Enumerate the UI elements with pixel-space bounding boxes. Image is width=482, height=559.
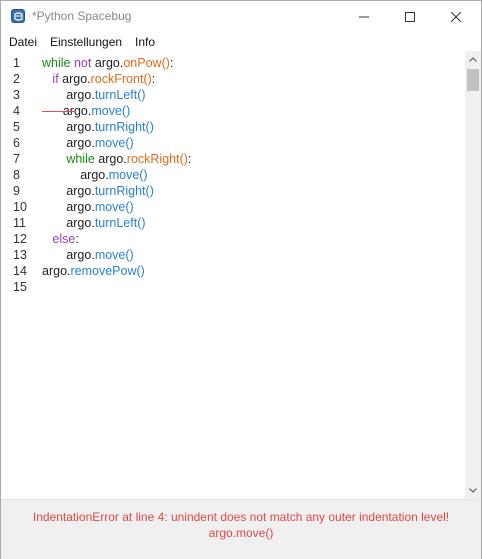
- code-token: move(): [108, 168, 148, 182]
- code-token: argo.: [91, 56, 124, 70]
- line-number: 4: [13, 104, 20, 118]
- window-title: *Python Spacebug: [32, 9, 132, 23]
- code-line: argo.move(): [42, 167, 148, 183]
- line-number: 5: [13, 120, 20, 134]
- error-code-line: argo.move(): [208, 526, 274, 540]
- code-token: move(): [91, 104, 131, 118]
- code-line: argo.removePow(): [42, 263, 145, 279]
- code-line: if argo.rockFront():: [42, 71, 155, 87]
- maximize-button[interactable]: [387, 1, 433, 32]
- code-token: rockFront(): [90, 72, 152, 86]
- code-token: argo.: [58, 72, 91, 86]
- code-line: argo.move(): [42, 199, 134, 215]
- code-token: argo.: [42, 88, 95, 102]
- line-number: 10: [13, 200, 27, 214]
- line-number: 11: [13, 216, 26, 230]
- title-bar[interactable]: *Python Spacebug: [1, 1, 481, 32]
- line-number: 1: [13, 56, 20, 70]
- code-token: move(): [94, 200, 134, 214]
- code-line: argo.move(): [42, 135, 134, 151]
- code-editor[interactable]: 1 2 3 4 5 6 7 8 9 10 11 12 13 14 15 while not argo.onP…: [1, 51, 465, 499]
- line-number: 8: [13, 168, 20, 182]
- scroll-up-button[interactable]: [465, 51, 481, 68]
- code-token: not: [73, 56, 92, 70]
- line-number: 13: [13, 248, 27, 262]
- code-token: while: [66, 152, 95, 166]
- code-token: turnRight(): [94, 184, 154, 198]
- code-token: argo.: [42, 120, 95, 134]
- code-token: argo.: [42, 248, 95, 262]
- code-token: rockRight(): [126, 152, 188, 166]
- code-token: argo.: [94, 152, 127, 166]
- code-line: argo.move(): [42, 247, 134, 263]
- code-line: argo.turnLeft(): [42, 87, 146, 103]
- maximize-icon: [405, 11, 415, 22]
- chevron-down-icon: [469, 488, 477, 493]
- code-token: argo.: [42, 216, 95, 230]
- line-number: 14: [13, 264, 27, 278]
- spacebug-app-icon: [11, 9, 25, 23]
- error-message: IndentationError at line 4: unindent doe…: [32, 510, 450, 524]
- code-token: else: [52, 232, 76, 246]
- error-status-bar: IndentationError at line 4: unindent doe…: [1, 499, 481, 559]
- code-token: while: [42, 56, 71, 70]
- scroll-down-button[interactable]: [465, 482, 481, 499]
- line-number: 15: [13, 280, 27, 294]
- line-number: 9: [13, 184, 20, 198]
- line-number: 12: [13, 232, 27, 246]
- code-token: argo.: [42, 264, 71, 278]
- code-line: while argo.rockRight():: [42, 151, 191, 167]
- menu-info[interactable]: Info: [135, 35, 155, 49]
- line-number: 3: [13, 88, 20, 102]
- line-number: 7: [13, 152, 20, 166]
- menu-einstellungen[interactable]: Einstellungen: [50, 35, 122, 49]
- code-token: move(): [94, 136, 134, 150]
- code-line: else:: [42, 231, 79, 247]
- code-token: :: [151, 72, 156, 86]
- error-squiggle: [42, 111, 76, 112]
- code-token: move(): [94, 248, 134, 262]
- close-icon: [451, 11, 461, 22]
- app-window: *Python Spacebug Datei Einstellungen Inf…: [0, 0, 482, 559]
- code-token: removePow(): [70, 264, 145, 278]
- code-token: argo.: [42, 200, 95, 214]
- minimize-icon: [359, 16, 369, 17]
- scrollbar-thumb[interactable]: [467, 69, 479, 91]
- code-token: :: [169, 56, 174, 70]
- line-number: 2: [13, 72, 20, 86]
- code-token: onPow(): [123, 56, 170, 70]
- code-line: argo.turnLeft(): [42, 215, 146, 231]
- chevron-up-icon: [469, 57, 477, 62]
- menu-datei[interactable]: Datei: [9, 35, 37, 49]
- code-token: :: [75, 232, 79, 246]
- menu-bar: Datei Einstellungen Info: [1, 32, 481, 51]
- line-number: 6: [13, 136, 20, 150]
- code-token: turnLeft(): [94, 88, 146, 102]
- code-token: turnRight(): [94, 120, 154, 134]
- code-token: argo.: [42, 136, 95, 150]
- code-line: while not argo.onPow():: [42, 55, 173, 71]
- code-token: turnLeft(): [94, 216, 146, 230]
- code-line: argo.turnRight(): [42, 119, 154, 135]
- code-token: argo.: [42, 168, 109, 182]
- minimize-button[interactable]: [341, 1, 387, 32]
- code-line: argo.turnRight(): [42, 183, 154, 199]
- code-token: :: [187, 152, 192, 166]
- line-number-gutter: 1 2 3 4 5 6 7 8 9 10 11 12 13 14 15: [1, 51, 39, 499]
- close-button[interactable]: [433, 1, 479, 32]
- code-token: argo.: [42, 184, 95, 198]
- vertical-scrollbar[interactable]: [465, 51, 481, 499]
